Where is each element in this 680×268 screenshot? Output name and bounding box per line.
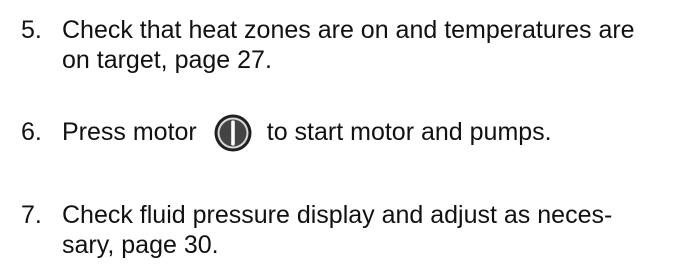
- step-number: 7.: [21, 201, 42, 229]
- step-text-line: on target, page 27.: [62, 46, 272, 74]
- step-text-line: sary, page 30.: [62, 231, 219, 259]
- motor-power-icon: [213, 113, 253, 153]
- step-text-after-icon: to start motor and pumps.: [266, 118, 552, 146]
- step-text-line: Check that heat zones are on and tempera…: [62, 16, 635, 44]
- step-number: 5.: [21, 16, 42, 44]
- step-text: Press motor to start motor and pumps.: [62, 114, 552, 152]
- step-text-before-icon: Press motor: [62, 118, 197, 146]
- step-text-line: Check fluid pressure display and adjust …: [62, 201, 613, 229]
- step-text: Check that heat zones are on and tempera…: [62, 15, 635, 75]
- step-text: Check fluid pressure display and adjust …: [62, 200, 612, 260]
- step-number: 6.: [21, 118, 42, 146]
